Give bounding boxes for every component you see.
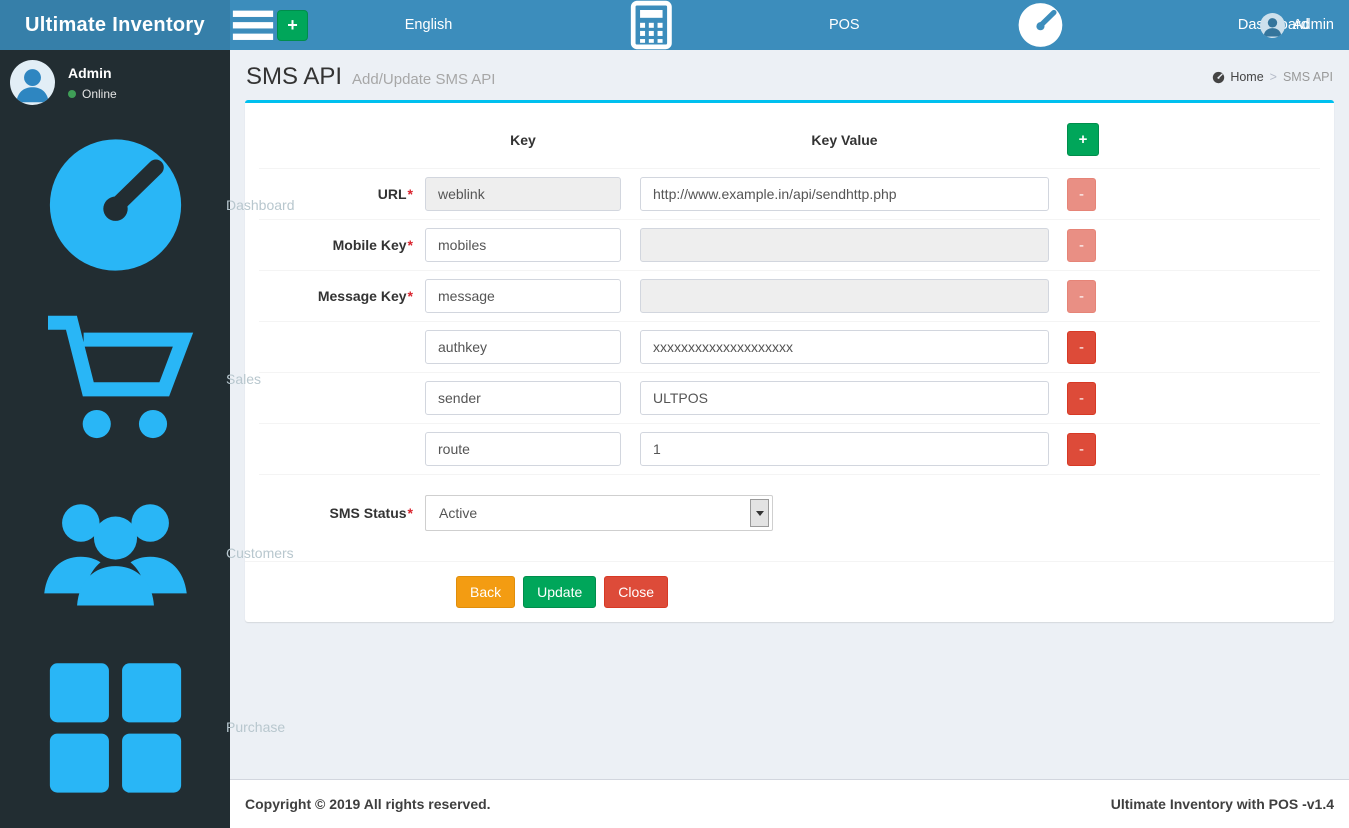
remove-row-button: - — [1067, 177, 1096, 211]
app-title: Ultimate Inventory — [25, 13, 205, 36]
page-title: SMS API Add/Update SMS API — [246, 63, 495, 91]
sidebar-item-dashboard: Dashboard — [0, 118, 295, 292]
breadcrumb: Home > SMS API — [1212, 70, 1333, 84]
form-row-mobile-key: Mobile Key* - — [259, 220, 1320, 271]
remove-row-button: - — [1067, 228, 1096, 262]
hamburger-icon — [230, 0, 276, 50]
key-input[interactable] — [425, 279, 621, 313]
sidebar-item-purchase: Purchase — [0, 640, 285, 814]
quick-add-button[interactable]: + — [277, 9, 308, 41]
sidebar: Admin Online Dashboard Sales Customers P… — [0, 50, 295, 828]
form-row-sender: - — [259, 373, 1320, 424]
dashboard-icon — [15, 130, 216, 280]
sidebar-item-customers: Customers — [0, 466, 294, 640]
nav-dashboard[interactable]: Dashboard — [836, 0, 1309, 50]
user-status: Online — [68, 87, 117, 101]
form-row-sms-status: SMS Status* Active — [259, 475, 1320, 547]
app-logo[interactable]: Ultimate Inventory — [0, 0, 230, 50]
value-input[interactable] — [640, 432, 1049, 466]
sidebar-item-label: Dashboard — [226, 197, 295, 213]
required-mark: * — [407, 505, 413, 521]
key-input[interactable] — [425, 330, 621, 364]
remove-row-button[interactable]: - — [1067, 330, 1096, 364]
content-header: SMS API Add/Update SMS API Home > SMS AP… — [245, 63, 1334, 100]
remove-row-button: - — [1067, 279, 1096, 313]
sidebar-item-label: Purchase — [226, 719, 286, 735]
nav-language[interactable]: English — [390, 0, 468, 50]
nav-user-menu[interactable]: Admin — [1245, 0, 1349, 50]
dashboard-icon — [851, 0, 1230, 50]
sidebar-item-suppliers: Suppliers — [0, 814, 230, 828]
sidebar-toggle-button[interactable] — [230, 0, 276, 50]
value-input[interactable] — [640, 330, 1049, 364]
key-input — [425, 177, 621, 211]
home-icon — [1212, 71, 1225, 84]
page-title-text: SMS API — [246, 63, 343, 90]
cart-icon — [15, 304, 216, 454]
nav-language-label: English — [404, 17, 453, 33]
sidebar-user-avatar — [10, 60, 55, 105]
breadcrumb-separator: > — [1269, 70, 1277, 84]
field-label: SMS Status — [329, 505, 407, 521]
main-header: Ultimate Inventory + English POS Dashboa… — [0, 0, 1349, 50]
breadcrumb-home-label: Home — [1230, 70, 1264, 84]
required-mark: * — [407, 237, 413, 253]
panel-footer: Back Update Close — [245, 561, 1334, 622]
sidebar-user-name: Admin — [68, 64, 112, 81]
content-area: SMS API Add/Update SMS API Home > SMS AP… — [230, 50, 1349, 779]
user-panel: Admin Online — [0, 50, 230, 118]
key-input[interactable] — [425, 432, 621, 466]
required-mark: * — [407, 186, 413, 202]
required-mark: * — [407, 288, 413, 304]
breadcrumb-home-link[interactable]: Home — [1212, 70, 1264, 84]
sms-status-selected-value: Active — [439, 505, 478, 521]
nav-pos[interactable]: POS — [467, 0, 860, 50]
value-column-header: Key Value — [811, 131, 878, 148]
form-header-row: Key Key Value + — [259, 109, 1320, 169]
application-window: Ultimate Inventory + English POS Dashboa… — [0, 0, 1349, 828]
sms-status-select[interactable]: Active — [425, 495, 773, 531]
form-row-route: - — [259, 424, 1320, 475]
key-column-header: Key — [510, 131, 536, 148]
footer-version: Ultimate Inventory with POS -v1.4 — [1110, 796, 1334, 812]
value-input — [640, 279, 1049, 313]
top-navbar: + English POS Dashboard Admin — [230, 0, 1349, 50]
sidebar-item-sales: Sales — [0, 292, 261, 466]
footer-copyright: Copyright © 2019 All rights reserved. — [245, 796, 491, 812]
form-row-url: URL* - — [259, 169, 1320, 220]
sidebar-item-label: Customers — [226, 545, 294, 561]
online-status-dot — [68, 89, 76, 98]
calculator-icon — [482, 0, 821, 50]
remove-row-button[interactable]: - — [1067, 432, 1096, 466]
users-icon — [15, 478, 216, 628]
field-label: Mobile Key — [332, 237, 407, 253]
page-footer: Copyright © 2019 All rights reserved. Ul… — [230, 779, 1349, 828]
key-input[interactable] — [425, 228, 621, 262]
close-button[interactable]: Close — [604, 576, 669, 608]
value-input[interactable] — [640, 177, 1049, 211]
form-row-authkey: - — [259, 322, 1320, 373]
chevron-down-icon — [750, 499, 769, 527]
sidebar-item-label: Sales — [226, 371, 262, 387]
nav-user-label: Admin — [1292, 17, 1334, 33]
value-input — [640, 228, 1049, 262]
page-subtitle: Add/Update SMS API — [352, 71, 496, 88]
update-button[interactable]: Update — [523, 576, 597, 608]
grid-icon — [15, 652, 216, 802]
back-button[interactable]: Back — [456, 576, 516, 608]
user-avatar — [1259, 12, 1285, 38]
field-label: URL — [377, 186, 407, 202]
field-label: Message Key — [317, 288, 407, 304]
remove-row-button[interactable]: - — [1067, 381, 1096, 415]
form-row-message-key: Message Key* - — [259, 271, 1320, 322]
user-status-label: Online — [82, 86, 117, 101]
sms-api-panel: Key Key Value + URL* - Mobile Key* — [245, 100, 1334, 622]
sidebar-menu: Dashboard Sales Customers Purchase Suppl… — [0, 118, 295, 828]
add-row-button[interactable]: + — [1067, 123, 1099, 156]
breadcrumb-current: SMS API — [1282, 70, 1333, 84]
value-input[interactable] — [640, 381, 1049, 415]
key-input[interactable] — [425, 381, 621, 415]
